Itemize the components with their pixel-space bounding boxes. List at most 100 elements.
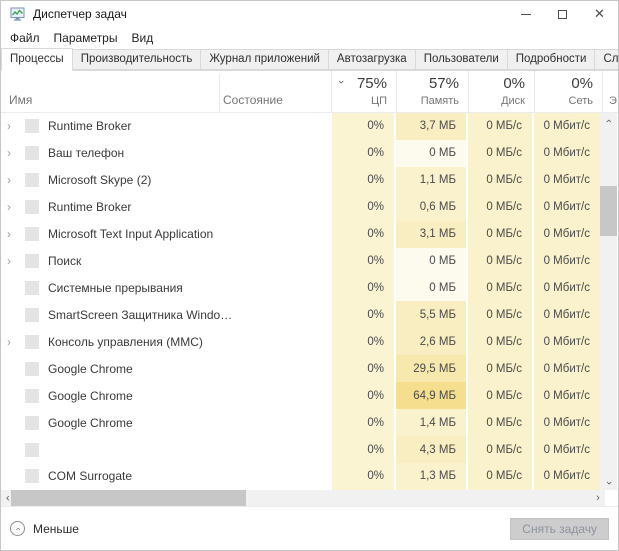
sort-descending-icon: › [335, 80, 347, 84]
network-cell: 0 Мбит/с [534, 113, 600, 140]
end-task-button[interactable]: Снять задачу [510, 518, 609, 540]
process-name: COM Surrogate [48, 469, 132, 483]
menu-item-2[interactable]: Вид [131, 31, 153, 45]
horizontal-scrollbar-thumb[interactable] [11, 490, 246, 506]
horizontal-scrollbar[interactable]: › › [1, 490, 605, 506]
column-label: Диск [469, 95, 525, 107]
vertical-scrollbar[interactable]: › › [600, 113, 617, 490]
expand-chevron-icon[interactable]: › [7, 201, 11, 213]
column-header-cpu[interactable]: ›75%ЦП [331, 71, 396, 112]
memory-cell: 1,1 МБ [396, 167, 466, 194]
close-button[interactable]: ✕ [581, 1, 618, 27]
expand-chevron-icon[interactable]: › [7, 228, 11, 240]
table-row[interactable]: ›Консоль управления (MMC)0%2,6 МБ0 МБ/с0… [1, 328, 619, 355]
column-header-disk[interactable]: 0% Диск [468, 71, 534, 112]
minimize-button[interactable] [507, 1, 544, 27]
chevron-left-icon: › [6, 492, 10, 504]
disk-cell: 0 МБ/с [468, 140, 532, 167]
chevron-up-icon: › [13, 527, 23, 530]
memory-cell: 64,9 МБ [396, 382, 466, 409]
fewer-details-toggle[interactable]: › Меньше [10, 521, 79, 536]
cpu-cell: 0% [332, 140, 394, 167]
column-header-energy-clipped[interactable]: Э [602, 71, 619, 112]
disk-cell: 0 МБ/с [468, 382, 532, 409]
disk-cell: 0 МБ/с [468, 463, 532, 490]
table-row[interactable]: SmartScreen Защитника Windo…0%5,5 МБ0 МБ… [1, 301, 619, 328]
process-name: Google Chrome [48, 389, 133, 403]
process-icon [25, 443, 39, 457]
column-label: Память [397, 95, 459, 107]
process-icon [25, 335, 39, 349]
minimize-icon [521, 14, 531, 15]
table-row[interactable]: COM Surrogate0%1,3 МБ0 МБ/с0 Мбит/с [1, 463, 619, 490]
expand-chevron-icon[interactable]: › [7, 120, 11, 132]
tab-users[interactable]: Пользователи [415, 49, 508, 70]
column-usage-percent: 0% [469, 75, 525, 92]
scroll-up-button[interactable]: › [600, 113, 617, 128]
table-row[interactable]: ›Runtime Broker0%3,7 МБ0 МБ/с0 Мбит/с [1, 113, 619, 140]
tab-processes[interactable]: Процессы [1, 48, 73, 71]
table-row[interactable]: ›Runtime Broker0%0,6 МБ0 МБ/с0 Мбит/с [1, 194, 619, 221]
column-usage-percent: 0% [535, 75, 593, 92]
column-label: ЦП [332, 95, 387, 107]
table-row[interactable]: Google Chrome0%1,4 МБ0 МБ/с0 Мбит/с [1, 409, 619, 436]
memory-cell: 0 МБ [396, 275, 466, 302]
expand-chevron-icon[interactable]: › [7, 255, 11, 267]
column-header-name[interactable]: Имя [9, 93, 32, 107]
tab-bar: ПроцессыПроизводительностьЖурнал приложе… [1, 48, 618, 71]
expand-chevron-icon[interactable]: › [7, 147, 11, 159]
scroll-right-button[interactable]: › [591, 490, 605, 506]
memory-cell: 0,6 МБ [396, 194, 466, 221]
process-icon [25, 362, 39, 376]
process-icon [25, 389, 39, 403]
tab-app-history[interactable]: Журнал приложений [200, 49, 329, 70]
chevron-right-icon: › [596, 492, 600, 504]
tab-startup[interactable]: Автозагрузка [328, 49, 416, 70]
vertical-scrollbar-thumb[interactable] [600, 186, 617, 236]
process-name: Google Chrome [48, 416, 133, 430]
disk-cell: 0 МБ/с [468, 328, 532, 355]
tab-services[interactable]: Службы [594, 49, 619, 70]
expand-chevron-icon[interactable]: › [7, 336, 11, 348]
disk-cell: 0 МБ/с [468, 436, 532, 463]
column-header-status[interactable]: Состояние [223, 93, 283, 107]
expand-chevron-icon[interactable]: › [7, 174, 11, 186]
tab-details[interactable]: Подробности [507, 49, 596, 70]
tab-performance[interactable]: Производительность [72, 49, 202, 70]
network-cell: 0 Мбит/с [534, 248, 600, 275]
memory-cell: 3,7 МБ [396, 113, 466, 140]
process-name: Runtime Broker [48, 119, 131, 133]
process-name: Microsoft Text Input Application [48, 227, 213, 241]
table-row[interactable]: ›Ваш телефон0%0 МБ0 МБ/с0 Мбит/с [1, 140, 619, 167]
network-cell: 0 Мбит/с [534, 167, 600, 194]
memory-cell: 1,3 МБ [396, 463, 466, 490]
column-header-memory[interactable]: 57% Память [396, 71, 468, 112]
process-name: SmartScreen Защитника Windo… [48, 308, 232, 322]
memory-cell: 0 МБ [396, 248, 466, 275]
cpu-cell: 0% [332, 328, 394, 355]
maximize-button[interactable] [544, 1, 581, 27]
table-row[interactable]: ›Microsoft Skype (2)0%1,1 МБ0 МБ/с0 Мбит… [1, 167, 619, 194]
scroll-down-button[interactable]: › [600, 475, 617, 490]
process-name: Консоль управления (MMC) [48, 335, 203, 349]
network-cell: 0 Мбит/с [534, 436, 600, 463]
table-row[interactable]: Google Chrome0%29,5 МБ0 МБ/с0 Мбит/с [1, 355, 619, 382]
cpu-cell: 0% [332, 248, 394, 275]
cpu-cell: 0% [332, 436, 394, 463]
table-row[interactable]: Системные прерывания0%0 МБ0 МБ/с0 Мбит/с [1, 275, 619, 302]
menu-item-0[interactable]: Файл [10, 31, 40, 45]
column-usage-percent: 57% [397, 75, 459, 92]
network-cell: 0 Мбит/с [534, 355, 600, 382]
table-row[interactable]: 0%4,3 МБ0 МБ/с0 Мбит/с [1, 436, 619, 463]
table-row[interactable]: ›Microsoft Text Input Application0%3,1 М… [1, 221, 619, 248]
table-row[interactable]: Google Chrome0%64,9 МБ0 МБ/с0 Мбит/с [1, 382, 619, 409]
titlebar: Диспетчер задач ✕ [1, 1, 618, 27]
chevron-up-circle-icon: › [10, 521, 25, 536]
memory-cell: 2,6 МБ [396, 328, 466, 355]
table-row[interactable]: ›Поиск0%0 МБ0 МБ/с0 Мбит/с [1, 248, 619, 275]
network-cell: 0 Мбит/с [534, 194, 600, 221]
menu-item-1[interactable]: Параметры [54, 31, 118, 45]
process-icon [25, 173, 39, 187]
process-icon [25, 469, 39, 483]
column-header-network[interactable]: 0%Сеть [534, 71, 602, 112]
